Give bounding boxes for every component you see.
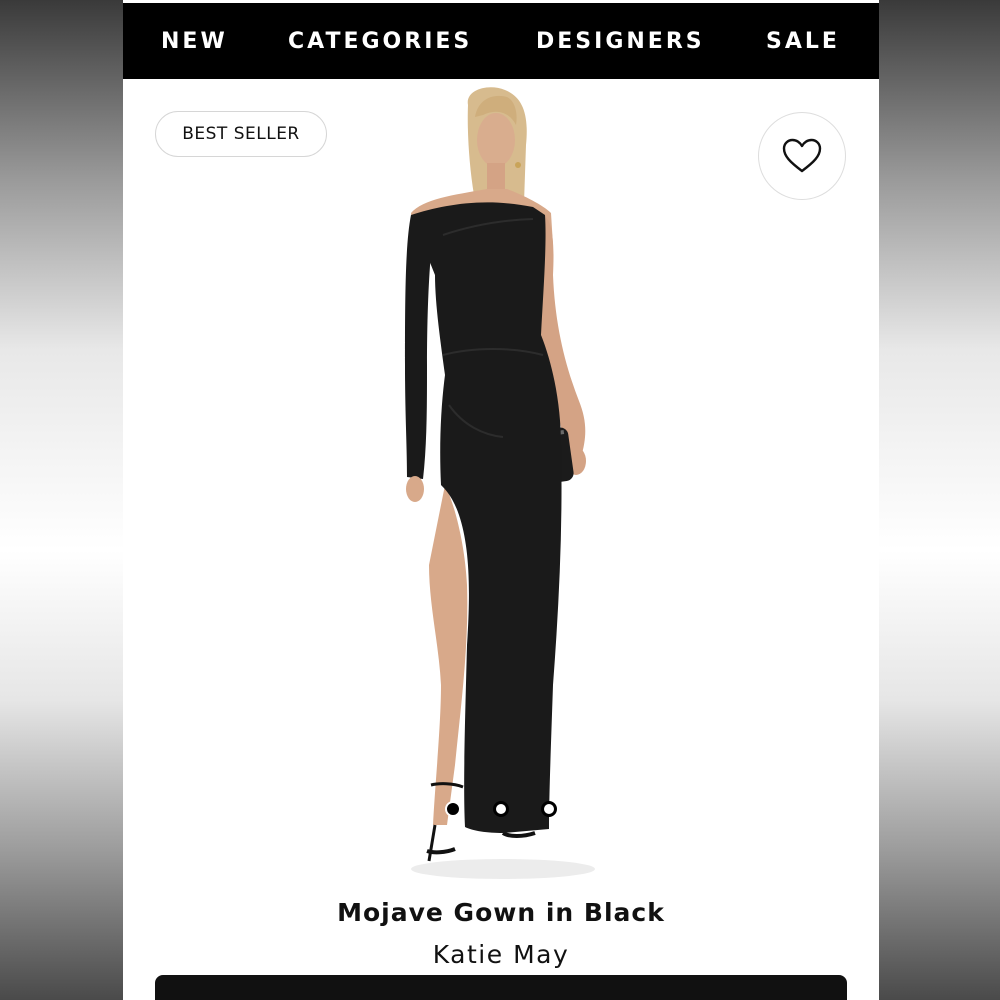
product-image[interactable] xyxy=(383,85,633,885)
nav-item-sale[interactable]: SALE xyxy=(766,29,840,54)
favorite-button[interactable] xyxy=(758,112,846,200)
backdrop-right xyxy=(879,0,1000,1000)
image-carousel-dots xyxy=(443,801,563,821)
nav-item-new[interactable]: NEW xyxy=(161,29,228,54)
carousel-dot-1[interactable] xyxy=(445,801,461,817)
product-title: Mojave Gown in Black xyxy=(337,898,665,927)
nav-item-designers[interactable]: DESIGNERS xyxy=(536,29,705,54)
best-seller-badge: BEST SELLER xyxy=(155,111,327,157)
heart-icon xyxy=(782,138,822,173)
nav-item-categories[interactable]: CATEGORIES xyxy=(288,29,472,54)
product-designer[interactable]: Katie May xyxy=(123,940,879,969)
backdrop-left xyxy=(0,0,123,1000)
carousel-dot-3[interactable] xyxy=(541,801,557,817)
carousel-dot-2[interactable] xyxy=(493,801,509,817)
top-navigation: NEW CATEGORIES DESIGNERS SALE xyxy=(123,3,879,79)
add-to-bag-button[interactable] xyxy=(155,975,847,1000)
phone-screen: NEW CATEGORIES DESIGNERS SALE BEST SELLE… xyxy=(123,0,879,1000)
